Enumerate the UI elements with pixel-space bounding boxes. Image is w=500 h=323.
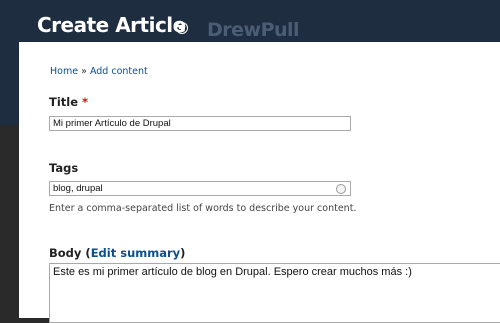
title-input-value: Mi primer Artículo de Drupal xyxy=(53,118,171,129)
tags-description: Enter a comma-separated list of words to… xyxy=(49,203,357,214)
tags-label: Tags xyxy=(49,161,79,175)
add-shortcut-icon[interactable] xyxy=(176,22,188,34)
body-textarea-value: Este es mi primer artículo de blog en Dr… xyxy=(53,266,412,278)
content-panel: Home » Add content Title * Mi primer Art… xyxy=(19,42,500,323)
breadcrumb-add-content-link[interactable]: Add content xyxy=(90,66,148,77)
page-title: Create Article xyxy=(37,13,186,37)
autocomplete-throbber-icon xyxy=(336,184,346,194)
edit-summary-link[interactable]: Edit summary xyxy=(91,246,180,260)
tags-input[interactable]: blog, drupal xyxy=(49,181,351,196)
required-marker: * xyxy=(82,95,89,109)
title-label-text: Title xyxy=(49,95,79,109)
watermark-logo: DrewPull xyxy=(207,19,300,41)
body-textarea[interactable]: Este es mi primer artículo de blog en Dr… xyxy=(49,263,500,323)
breadcrumb: Home » Add content xyxy=(50,66,148,77)
title-label: Title * xyxy=(49,95,88,109)
breadcrumb-home-link[interactable]: Home xyxy=(50,66,78,77)
tags-input-value: blog, drupal xyxy=(53,183,103,194)
body-label: Body (Edit summary) xyxy=(49,246,185,260)
body-label-close-paren: ) xyxy=(180,246,186,260)
body-label-text: Body xyxy=(49,246,82,260)
breadcrumb-separator: » xyxy=(81,66,87,77)
title-input[interactable]: Mi primer Artículo de Drupal xyxy=(49,116,351,131)
